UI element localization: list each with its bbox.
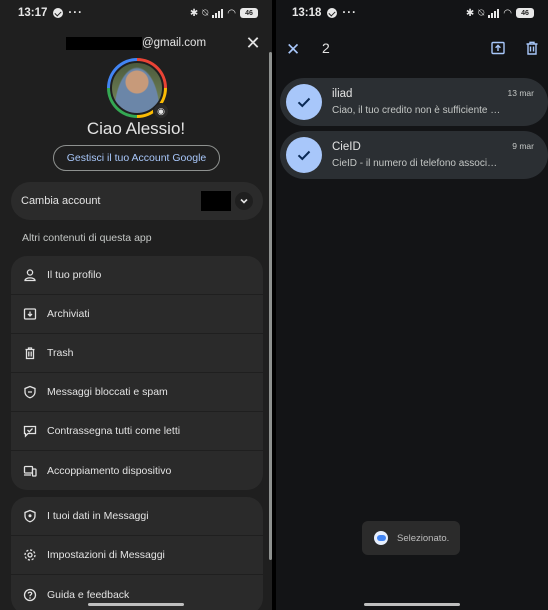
conversation-snippet: CieID - il numero di telefono associato.… [332, 158, 502, 169]
conversation-date: 9 mar [512, 141, 534, 151]
menu-item-device-pairing[interactable]: Accoppiamento dispositivo [11, 451, 263, 490]
menu-item-mark-all-read[interactable]: Contrassegna tutti come letti [11, 412, 263, 451]
menu-item-label: I tuoi dati in Messaggi [47, 510, 149, 522]
signal-icon [212, 8, 224, 18]
chevron-down-icon[interactable] [235, 192, 253, 210]
delete-icon[interactable] [524, 40, 540, 56]
conversation-date: 13 mar [507, 88, 534, 98]
mark-read-icon [22, 423, 38, 439]
conversation-snippet: Ciao, il tuo credito non è sufficiente p… [332, 105, 502, 116]
camera-icon[interactable]: ◉ [153, 103, 169, 119]
battery-icon: 46 [516, 8, 534, 18]
switch-account-label: Cambia account [21, 195, 101, 207]
archive-icon [22, 306, 38, 322]
menu-item-label: Accoppiamento dispositivo [47, 464, 172, 477]
greeting: Ciao Alessio! [86, 119, 186, 138]
avatar[interactable]: ◉ [107, 58, 169, 119]
status-bar: 13:18 ··· ✱ ⍉ ◠ 46 [276, 0, 548, 26]
conversations-panel: 13:18 ··· ✱ ⍉ ◠ 46 ✕ 2 iliad Ciao, il tu… [276, 0, 548, 610]
trash-icon [22, 345, 38, 361]
section-label: Altri contenuti di questa app [22, 232, 152, 244]
menu-item-profile[interactable]: Il tuo profilo [11, 256, 263, 295]
close-icon[interactable]: ✕ [244, 33, 262, 53]
messages-app-icon [374, 531, 388, 545]
menu-item-trash[interactable]: Trash [11, 334, 263, 373]
selected-check-icon[interactable] [286, 137, 322, 173]
status-time: 13:18 [292, 7, 322, 19]
status-bar: 13:17 ··· ✱ ⍉ ◠ 46 [0, 0, 272, 26]
menu-item-your-data[interactable]: I tuoi dati in Messaggi [11, 497, 263, 536]
menu-item-label: Guida e feedback [47, 588, 130, 601]
menu-item-archived[interactable]: Archiviati [11, 295, 263, 334]
redacted-email-part [65, 36, 142, 50]
wifi-icon: ◠ [503, 7, 512, 19]
gesture-nav-bar[interactable] [364, 603, 460, 606]
selected-check-icon[interactable] [286, 84, 322, 120]
switch-account-button[interactable]: Cambia account [11, 182, 263, 220]
status-time: 13:17 [18, 7, 48, 19]
menu-item-label: Trash [47, 347, 74, 359]
menu-item-settings[interactable]: Impostazioni di Messaggi [11, 536, 263, 575]
wifi-icon: ◠ [227, 7, 236, 19]
gesture-nav-bar[interactable] [88, 603, 184, 606]
mute-icon: ⍉ [478, 7, 485, 19]
selected-count: 2 [322, 40, 330, 56]
toast-text: Selezionato. [397, 532, 450, 544]
menu-item-blocked-spam[interactable]: Messaggi bloccati e spam [11, 373, 263, 412]
selection-toolbar: ✕ 2 [276, 36, 548, 62]
account-menu-panel: 13:17 ··· ✱ ⍉ ◠ 46 @gmail.com ✕ ◉ Ciao A… [0, 0, 272, 610]
menu-group-settings: I tuoi dati in Messaggi Impostazioni di … [11, 497, 263, 610]
archive-icon[interactable] [490, 40, 506, 56]
help-icon [22, 587, 38, 603]
manage-account-button[interactable]: Gestisci il tuo Account Google [53, 145, 220, 171]
menu-item-label: Il tuo profilo [47, 269, 102, 281]
gear-icon [22, 547, 38, 563]
bluetooth-icon: ✱ [189, 7, 199, 19]
selected-toast: Selezionato. [362, 521, 460, 555]
close-selection-icon[interactable]: ✕ [286, 40, 300, 60]
menu-group-app: Il tuo profilo Archiviati Trash Messaggi… [11, 256, 263, 490]
mute-icon: ⍉ [202, 7, 209, 19]
conversation-item[interactable]: CieID CieID - il numero di telefono asso… [280, 131, 548, 179]
menu-item-label: Contrassegna tutti come letti [47, 425, 181, 437]
redacted-account-avatars [201, 191, 231, 211]
data-shield-icon [22, 508, 38, 524]
conversation-item[interactable]: iliad Ciao, il tuo credito non è suffici… [280, 78, 548, 126]
menu-item-label: Impostazioni di Messaggi [47, 549, 165, 561]
menu-item-label: Messaggi bloccati e spam [47, 386, 168, 398]
shield-icon [22, 384, 38, 400]
person-icon [22, 267, 38, 283]
battery-icon: 46 [240, 8, 258, 18]
menu-item-label: Archiviati [47, 308, 90, 320]
devices-icon [22, 463, 38, 479]
bluetooth-icon: ✱ [465, 7, 475, 19]
account-email: @gmail.com [0, 34, 272, 52]
telegram-icon [53, 8, 64, 18]
telegram-icon [327, 8, 338, 18]
more-notifications-icon: ··· [342, 7, 357, 19]
signal-icon [488, 8, 500, 18]
more-notifications-icon: ··· [68, 7, 83, 19]
email-suffix: @gmail.com [141, 37, 207, 49]
